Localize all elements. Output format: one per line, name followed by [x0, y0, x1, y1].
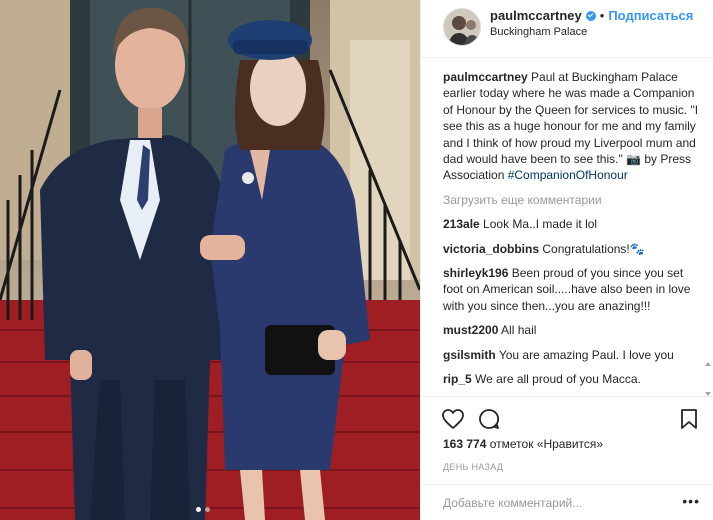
carousel-dot-active — [196, 507, 201, 512]
carousel-dot — [205, 507, 210, 512]
comment-item: 213ale Look Ma..I made it lol — [443, 216, 705, 232]
comment-username[interactable]: rip_5 — [443, 372, 472, 386]
comments-list[interactable]: paulmccartney Paul at Buckingham Palace … — [443, 69, 705, 396]
more-options-icon[interactable]: ••• — [682, 493, 700, 509]
photo-illustration — [0, 0, 420, 520]
comment-username[interactable]: gsilsmith — [443, 348, 496, 362]
comment-item: gsilsmith You are amazing Paul. I love y… — [443, 347, 705, 363]
comment-text: We are all proud of you Macca. — [475, 372, 641, 387]
like-heart-icon[interactable] — [441, 407, 465, 431]
post-photo[interactable] — [0, 0, 420, 520]
post-timestamp[interactable]: ДЕНЬ НАЗАД — [443, 462, 503, 472]
comment-bubble-icon[interactable] — [477, 407, 501, 431]
comment-text: Congratulations!🐾 — [542, 241, 645, 256]
comment-username[interactable]: 213ale — [443, 217, 480, 231]
avatar[interactable] — [443, 8, 481, 46]
carousel-indicator — [196, 507, 210, 512]
comment-item: rip_5 We are all proud of you Macca. — [443, 371, 705, 387]
likes-label: отметок «Нравится» — [489, 437, 604, 451]
post-header: paulmccartney • Подписаться Buckingham P… — [421, 0, 713, 58]
comment-item: shirleyk196 Been proud of you since you … — [443, 265, 705, 314]
comment-username[interactable]: victoria_dobbins — [443, 242, 539, 256]
bookmark-icon[interactable] — [677, 407, 701, 431]
comment-text: All hail — [501, 323, 537, 338]
likes-count[interactable]: 163 774 отметок «Нравится» — [443, 437, 603, 451]
caption-text: Paul at Buckingham Palace earlier today … — [443, 70, 699, 183]
avatar-icon — [444, 9, 480, 45]
load-more-comments-button[interactable]: Загрузить еще комментарии — [443, 192, 705, 208]
username-link[interactable]: paulmccartney — [490, 8, 582, 23]
header-separator: • — [599, 8, 605, 23]
likes-number: 163 774 — [443, 437, 487, 451]
comments-scrollbar[interactable] — [705, 362, 711, 396]
location-link[interactable]: Buckingham Palace — [490, 26, 587, 38]
add-comment-bar: ••• — [421, 484, 713, 520]
post-side-panel: paulmccartney • Подписаться Buckingham P… — [420, 0, 713, 520]
verified-badge-icon — [585, 10, 596, 21]
comment-item: victoria_dobbins Congratulations!🐾 — [443, 241, 705, 257]
comment-item: must2200 All hail — [443, 322, 705, 338]
comment-text: Look Ma..I made it lol — [483, 217, 598, 232]
caption-username[interactable]: paulmccartney — [443, 70, 528, 84]
comment-username[interactable]: shirleyk196 — [443, 266, 508, 280]
follow-button[interactable]: Подписаться — [608, 8, 693, 23]
action-bar — [421, 396, 713, 436]
caption-hashtag[interactable]: #CompanionOfHonour — [508, 168, 628, 182]
comment-text: You are amazing Paul. I love you — [498, 347, 674, 362]
add-comment-input[interactable] — [443, 494, 673, 512]
caption: paulmccartney Paul at Buckingham Palace … — [443, 69, 705, 184]
header-user-line: paulmccartney • Подписаться — [490, 8, 693, 23]
comment-username[interactable]: must2200 — [443, 323, 498, 337]
